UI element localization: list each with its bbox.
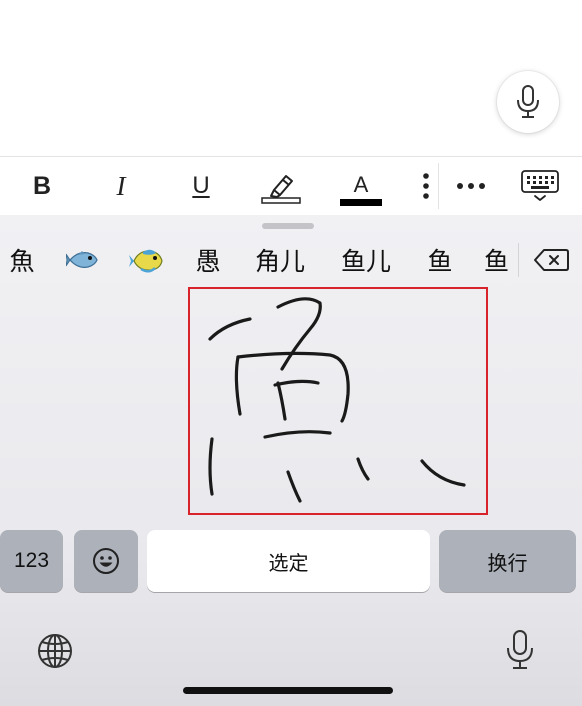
font-color-label: A: [353, 172, 369, 197]
italic-button[interactable]: I: [101, 157, 141, 215]
more-options-button[interactable]: [450, 157, 492, 215]
candidate-item[interactable]: 愚: [188, 237, 228, 283]
candidate-item[interactable]: 🐠: [126, 237, 168, 283]
fish-emoji-icon: [66, 251, 98, 268]
dictation-button[interactable]: [500, 627, 540, 673]
globe-button[interactable]: [34, 630, 76, 672]
space-key[interactable]: 选定: [147, 530, 430, 592]
candidate-item[interactable]: 鱼: [422, 237, 458, 283]
tropical-fish-emoji-icon: [129, 249, 163, 273]
handwriting-canvas[interactable]: [188, 287, 488, 515]
candidate-item[interactable]: 魚: [2, 237, 42, 283]
candidate-bar: 魚 🐟 🐠 愚 角儿 鱼儿 鱼 鱼: [0, 237, 582, 283]
keyboard-grabber[interactable]: [262, 223, 314, 229]
candidate-divider: [518, 243, 519, 277]
candidate-item-partial[interactable]: 鱼: [484, 237, 518, 283]
emoji-icon: [93, 548, 119, 574]
hide-keyboard-button[interactable]: [516, 157, 564, 215]
more-horizontal-icon: [457, 183, 485, 189]
keyboard: 魚 🐟 🐠 愚 角儿 鱼儿 鱼 鱼: [0, 215, 582, 706]
backspace-icon: [534, 249, 569, 271]
font-color-button[interactable]: A: [338, 157, 384, 215]
home-indicator[interactable]: [183, 687, 393, 694]
font-color-swatch: [340, 199, 382, 206]
candidate-item[interactable]: 鱼儿: [334, 237, 398, 283]
highlighter-icon: [261, 175, 301, 204]
microphone-icon: [507, 630, 533, 669]
toolbar-overflow-button[interactable]: [414, 157, 438, 215]
globe-icon: [38, 634, 72, 668]
handwriting-strokes: [208, 297, 466, 503]
toolbar-divider: [438, 163, 439, 209]
candidate-item[interactable]: 🐟: [62, 237, 104, 283]
numbers-key[interactable]: 123: [0, 530, 63, 592]
return-key[interactable]: 换行: [439, 530, 576, 592]
dictation-floating-button[interactable]: [497, 71, 559, 133]
format-toolbar: B I U A: [0, 156, 582, 216]
underline-button[interactable]: U: [181, 157, 221, 215]
microphone-icon: [517, 85, 539, 118]
emoji-key[interactable]: [74, 530, 138, 592]
highlight-button[interactable]: [258, 157, 304, 215]
note-content-area[interactable]: [0, 0, 582, 156]
bold-button[interactable]: B: [22, 157, 62, 215]
delete-button[interactable]: [530, 243, 572, 277]
vertical-dots-icon: [423, 173, 429, 199]
candidate-item[interactable]: 角儿: [248, 237, 312, 283]
keyboard-dismiss-icon: [521, 170, 559, 201]
